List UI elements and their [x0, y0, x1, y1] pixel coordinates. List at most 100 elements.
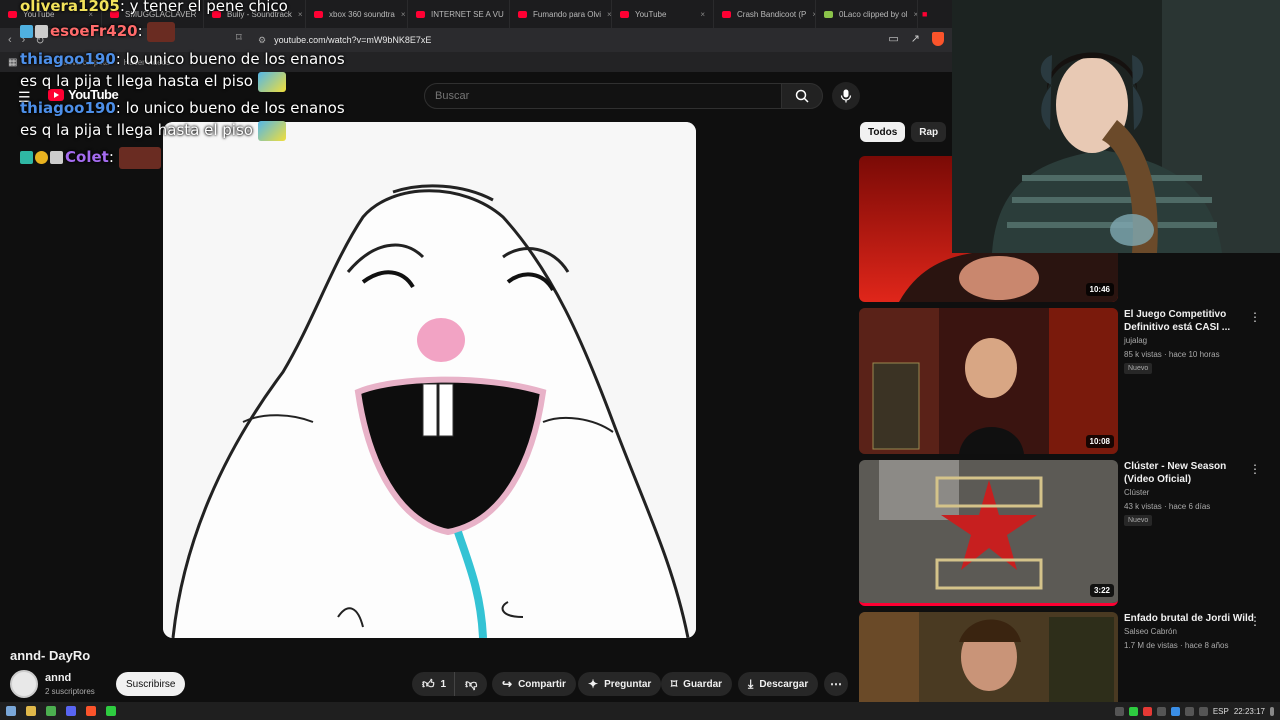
emote-icon [147, 21, 176, 42]
save-action: ⌑ Guardar [661, 672, 733, 696]
search-input[interactable] [424, 83, 782, 109]
keyboard-language[interactable]: ESP [1213, 707, 1229, 716]
app-icon[interactable] [46, 706, 56, 716]
video-thumbnail[interactable]: 10:08 [859, 308, 1118, 454]
download-button[interactable]: ⤓ Descargar [738, 672, 819, 696]
apps-grid-icon[interactable]: ▦ [8, 57, 17, 68]
sparkle-icon: ✦ [588, 677, 599, 691]
video-title[interactable]: Enfado brutal de Jordi Wild [1124, 612, 1254, 625]
screen-icon[interactable]: ▭ [888, 32, 898, 46]
tray-icon[interactable] [1170, 706, 1180, 716]
start-icon[interactable] [6, 706, 16, 716]
recommended-video[interactable]: 3:22 Clúster - New Season (Video Oficial… [859, 460, 1279, 606]
youtube-favicon-icon[interactable]: ■ [922, 9, 927, 19]
system-tray: ESP 22:23:17 [1114, 706, 1274, 716]
video-meta: 85 k vistas · hace 10 horas [1124, 350, 1220, 359]
dislike-button[interactable]: 👎︎ [454, 672, 488, 696]
close-icon[interactable]: × [607, 10, 611, 19]
video-thumbnail[interactable] [859, 612, 1118, 702]
rank-badge-icon [35, 151, 48, 164]
youtube-favicon-icon [722, 10, 731, 18]
tray-icon[interactable] [1156, 706, 1166, 716]
url-text: youtube.com/watch?v=mW9bNK8E7xE [274, 35, 432, 45]
more-actions-button[interactable]: ⋯ [824, 672, 848, 696]
chat-message: es q la pija t llega hasta el piso [20, 118, 286, 142]
site-info-icon[interactable]: ⚙ [258, 35, 266, 46]
brave-icon[interactable] [86, 706, 96, 716]
thumbnail-image [859, 612, 1118, 702]
obs-icon[interactable] [106, 706, 116, 716]
save-button[interactable]: ⌑ Guardar [661, 672, 733, 696]
close-icon[interactable]: × [401, 10, 406, 19]
share-icon: ↪ [502, 677, 513, 691]
channel-name[interactable]: annd [45, 672, 71, 684]
wifi-icon[interactable] [1184, 706, 1194, 716]
video-thumbnail[interactable]: 3:22 [859, 460, 1118, 606]
pepe-emote-icon [257, 71, 286, 92]
clock[interactable]: 22:23:17 [1234, 707, 1265, 716]
kick-favicon-icon [824, 10, 833, 18]
thumbnail-image [859, 460, 1118, 603]
like-button[interactable]: 👍︎ 1 [412, 672, 455, 696]
more-action: ⋯ [824, 672, 848, 696]
sub-badge-icon [20, 151, 33, 164]
gift-badge-icon [50, 151, 63, 164]
video-duration: 3:22 [1089, 584, 1114, 597]
channel-name[interactable]: Salseo Cabrón [1124, 627, 1177, 636]
thumbnail-image [859, 308, 1118, 454]
share-page-icon[interactable]: ↗ [911, 32, 920, 46]
close-icon[interactable]: × [700, 10, 705, 19]
browser-tab[interactable]: xbox 360 soundtra × [306, 0, 408, 28]
more-vertical-icon[interactable]: ⋮ [1249, 310, 1261, 324]
volume-icon[interactable] [1198, 706, 1208, 716]
video-frame-meme-drawing [163, 122, 696, 638]
browser-tab[interactable]: Fumando para Olvi × [510, 0, 612, 28]
youtube-favicon-icon [416, 10, 425, 18]
browser-tab[interactable]: INTERNET SE A VU× [408, 0, 510, 28]
chat-message: Colet: [20, 145, 161, 169]
video-player[interactable] [163, 122, 696, 638]
chip-all[interactable]: Todos [860, 122, 906, 142]
file-explorer-icon[interactable] [26, 706, 36, 716]
channel-name[interactable]: jujalag [1124, 336, 1147, 345]
youtube-favicon-icon [620, 10, 629, 18]
recommended-video[interactable]: Enfado brutal de Jordi Wild Salseo Cabró… [859, 612, 1279, 702]
taskbar: ESP 22:23:17 [0, 702, 1280, 720]
discord-icon[interactable] [66, 706, 76, 716]
browser-tab[interactable]: 0Laco clipped by ol × [816, 0, 918, 28]
video-title[interactable]: Clúster - New Season (Video Oficial) [1124, 460, 1254, 486]
tray-icon[interactable] [1142, 706, 1152, 716]
youtube-favicon-icon [8, 10, 17, 18]
video-meta: 1.7 M de vistas · hace 8 años [1124, 641, 1229, 650]
scrollbar[interactable] [1268, 253, 1280, 702]
tray-icon[interactable] [1128, 706, 1138, 716]
subscribe-button[interactable]: Suscribirse [116, 672, 186, 696]
download-icon: ⤓ [748, 676, 754, 691]
share-button[interactable]: ↪ Compartir [492, 672, 576, 696]
tray-icon[interactable] [1114, 706, 1124, 716]
recommended-video[interactable]: 10:08 El Juego Competitivo Definitivo es… [859, 308, 1279, 454]
more-vertical-icon[interactable]: ⋮ [1249, 614, 1261, 628]
back-icon[interactable]: ‹ [8, 34, 12, 46]
channel-avatar[interactable] [10, 670, 38, 698]
chat-message: esoeFr420: [20, 19, 176, 43]
more-vertical-icon[interactable]: ⋮ [1249, 462, 1261, 476]
new-badge: Nuevo [1124, 515, 1153, 526]
browser-tab[interactable]: Crash Bandicoot (P× [714, 0, 816, 28]
voice-search-button[interactable] [832, 82, 860, 110]
close-icon[interactable]: × [914, 10, 918, 19]
pepe-emote-icon [257, 120, 286, 141]
brave-shield-icon[interactable] [932, 32, 944, 46]
video-title: annd- DayRo [10, 648, 91, 663]
microphone-icon [840, 89, 852, 103]
search-button[interactable] [781, 83, 823, 109]
chip-rap[interactable]: Rap [911, 122, 947, 142]
bookmark-icon: ⌑ [671, 677, 678, 691]
close-icon[interactable]: × [298, 10, 303, 19]
bookmark-icon[interactable]: ⌑ [236, 31, 242, 44]
channel-name[interactable]: Clúster [1124, 488, 1149, 497]
video-title[interactable]: El Juego Competitivo Definitivo está CAS… [1124, 308, 1254, 334]
show-desktop-button[interactable] [1270, 706, 1274, 716]
browser-tab[interactable]: YouTube × [612, 0, 714, 28]
ask-button[interactable]: ✦ Preguntar [578, 672, 662, 696]
